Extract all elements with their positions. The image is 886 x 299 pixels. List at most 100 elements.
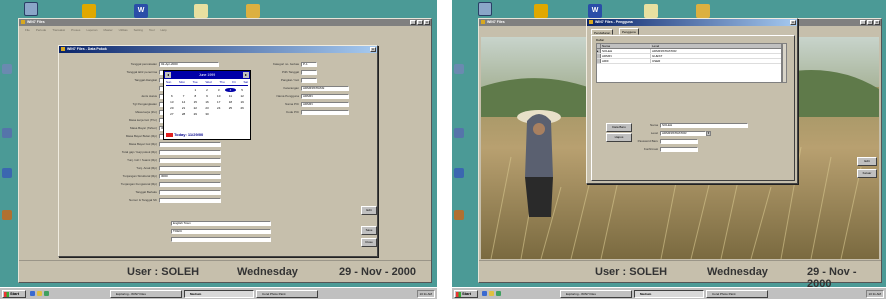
- outlook-quicklaunch-icon[interactable]: [496, 291, 501, 296]
- folder-icon[interactable]: [82, 4, 96, 18]
- calendar-day[interactable]: 28: [178, 112, 190, 116]
- remarks-field-1[interactable]: English Town: [171, 221, 271, 226]
- column-header-level[interactable]: Level: [651, 44, 781, 48]
- inbox-icon[interactable]: [454, 128, 464, 138]
- column-header-name[interactable]: Nama: [601, 44, 651, 48]
- form-field-11[interactable]: [159, 150, 221, 155]
- close-dialog-button[interactable]: Close: [361, 238, 377, 247]
- calendar-day[interactable]: 25: [225, 106, 237, 110]
- calendar-day[interactable]: 18: [225, 100, 237, 104]
- inbox-icon[interactable]: [2, 128, 12, 138]
- level-dropdown-icon[interactable]: ▾: [706, 131, 711, 136]
- remarks-field-2[interactable]: TOEIC: [171, 229, 271, 234]
- form-field-13[interactable]: [159, 166, 221, 171]
- desktop-quicklaunch-icon[interactable]: [37, 291, 42, 296]
- briefcase-icon[interactable]: [454, 210, 464, 220]
- form-field-17[interactable]: [159, 198, 221, 203]
- menu-tool[interactable]: Tool: [149, 27, 155, 33]
- form-field-14[interactable]: 3000: [159, 174, 221, 179]
- app-titlebar[interactable]: WIN7 Files _ □ x: [19, 19, 431, 26]
- calendar-day[interactable]: 17: [213, 100, 225, 104]
- task-explorer[interactable]: Exploring - WIN7 Files: [110, 290, 182, 298]
- form-field-16[interactable]: [159, 190, 221, 195]
- tab-pengguna[interactable]: Pengguna: [619, 28, 639, 35]
- menu-help[interactable]: Help: [161, 27, 167, 33]
- user-table[interactable]: Nama Level ▸ SOLEH ADMINISTRATOR ADMIN GUEST AR…: [596, 43, 782, 83]
- calendar-day[interactable]: 24: [213, 106, 225, 110]
- dialog-titlebar[interactable]: WIN7 Files - Pengguna x: [587, 19, 797, 26]
- minimize-button[interactable]: _: [410, 20, 416, 25]
- internet-icon[interactable]: [454, 168, 464, 178]
- calendar-day[interactable]: 30: [201, 112, 213, 116]
- menu-master[interactable]: Master: [103, 27, 112, 33]
- remarks-field-3[interactable]: [171, 237, 271, 242]
- dialog-titlebar[interactable]: WIN7 Files - Data Pokok x: [59, 46, 377, 53]
- my-computer-icon[interactable]: [478, 2, 492, 16]
- close-button[interactable]: x: [424, 20, 430, 25]
- calendar-day[interactable]: 7: [178, 94, 190, 98]
- documents-icon[interactable]: [644, 4, 658, 18]
- network-icon[interactable]: [246, 4, 260, 18]
- right-form-field-2[interactable]: [301, 78, 317, 83]
- menu-proses[interactable]: Proses: [71, 27, 80, 33]
- calendar-day[interactable]: 6: [166, 94, 178, 98]
- calendar-day[interactable]: 20: [166, 106, 178, 110]
- table-scrollbar[interactable]: [782, 43, 787, 83]
- calendar-day[interactable]: 21: [178, 106, 190, 110]
- calendar-day[interactable]: 19: [236, 100, 248, 104]
- outlook-quicklaunch-icon[interactable]: [44, 291, 49, 296]
- word-icon[interactable]: W: [134, 4, 148, 18]
- close-button[interactable]: x: [874, 20, 880, 25]
- task-medium[interactable]: Medium: [184, 290, 254, 298]
- desktop-quicklaunch-icon[interactable]: [489, 291, 494, 296]
- word-icon[interactable]: W: [588, 4, 602, 18]
- calendar-day[interactable]: 12: [236, 94, 248, 98]
- right-form-field-6[interactable]: [301, 110, 349, 115]
- recycle-bin-icon[interactable]: [454, 64, 464, 74]
- calendar-day[interactable]: 16: [201, 100, 213, 104]
- level-select[interactable]: ADMINISTRATOR: [660, 131, 706, 136]
- calendar-day[interactable]: 22: [189, 106, 201, 110]
- calendar-day[interactable]: 1: [189, 88, 201, 92]
- ie-quicklaunch-icon[interactable]: [482, 291, 487, 296]
- form-field-10[interactable]: [159, 142, 221, 147]
- task-medium[interactable]: Medium: [634, 290, 704, 298]
- edit-button[interactable]: Edit: [361, 206, 377, 215]
- calendar-day[interactable]: 26: [236, 106, 248, 110]
- form-field-15[interactable]: [159, 182, 221, 187]
- right-form-field-3[interactable]: ADMINISTRASI: [301, 86, 349, 91]
- calendar-day[interactable]: 3: [213, 88, 225, 92]
- menu-setting[interactable]: Setting: [134, 27, 143, 33]
- form-field-12[interactable]: [159, 158, 221, 163]
- edit-button[interactable]: Edit: [857, 157, 877, 166]
- new-data-button[interactable]: Data Baru: [606, 123, 632, 132]
- recycle-bin-icon[interactable]: [2, 64, 12, 74]
- task-corel[interactable]: Corel Photo Paint: [706, 290, 768, 298]
- minimize-button[interactable]: _: [860, 20, 866, 25]
- network-icon[interactable]: [696, 4, 710, 18]
- save-button[interactable]: Save: [361, 226, 377, 235]
- dialog-close-button[interactable]: x: [370, 47, 376, 52]
- menu-periode[interactable]: Periode: [36, 27, 46, 33]
- start-button[interactable]: Start: [2, 290, 26, 298]
- calendar-day[interactable]: 11: [225, 94, 237, 98]
- calendar-day[interactable]: 10: [213, 94, 225, 98]
- start-button[interactable]: Start: [454, 290, 478, 298]
- internet-icon[interactable]: [2, 168, 12, 178]
- calendar-day[interactable]: 27: [166, 112, 178, 116]
- table-row[interactable]: ARIF USER: [597, 59, 781, 64]
- calendar-day[interactable]: 13: [166, 100, 178, 104]
- calendar-day[interactable]: 14: [178, 100, 190, 104]
- folder-icon[interactable]: [534, 4, 548, 18]
- menu-utilitas[interactable]: Utilitas: [119, 27, 128, 33]
- exit-button[interactable]: Keluar: [857, 169, 877, 178]
- new-password-field[interactable]: [660, 139, 698, 144]
- menu-transaksi[interactable]: Transaksi: [52, 27, 65, 33]
- calendar-day[interactable]: 9: [201, 94, 213, 98]
- calendar-day[interactable]: 5: [236, 88, 248, 92]
- calendar-day[interactable]: 4: [224, 88, 237, 92]
- dialog-close-button[interactable]: x: [790, 20, 796, 25]
- briefcase-icon[interactable]: [2, 210, 12, 220]
- right-form-field-5[interactable]: ADMIN: [301, 102, 349, 107]
- calendar-day[interactable]: 2: [201, 88, 213, 92]
